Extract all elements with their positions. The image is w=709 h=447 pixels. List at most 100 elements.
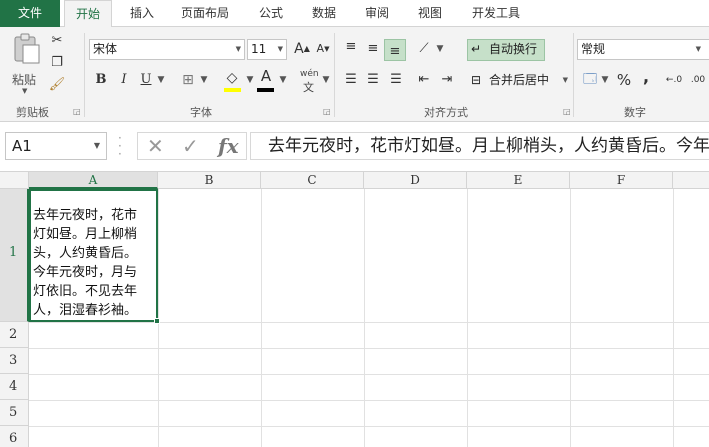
group-separator [84,33,85,117]
fill-handle[interactable] [154,318,160,324]
decrease-font-size-icon[interactable]: A▼ [313,39,333,59]
borders-dropdown-icon[interactable]: ▼ [199,70,209,90]
font-color-dropdown-icon[interactable]: ▼ [278,70,288,90]
alignment-group-label: 对齐方式 [424,106,468,119]
tab-file[interactable]: 文件 [0,0,60,27]
row-header-2[interactable]: 2 [0,322,29,348]
align-right-icon[interactable]: ☰ [386,70,406,90]
bottom-align-icon: ≡ [389,44,401,59]
chevron-down-icon[interactable]: ▼ [94,133,100,159]
group-separator [573,33,574,117]
font-launcher-icon[interactable]: ◲ [323,107,331,116]
phonetic-dropdown-icon[interactable]: ▼ [321,70,331,90]
orientation-dropdown-icon[interactable]: ▼ [435,39,445,59]
cell-a1-line: 人，泪湿春衫袖。 [33,303,138,318]
formula-bar: A1 ▼ · · · ✕ ✓ fx 去年元夜时，花市灯如昼。月上柳梢头，人约黄昏后。… [0,122,709,172]
alignment-launcher-icon[interactable]: ◲ [563,107,571,116]
clipboard-icon [14,33,40,64]
font-name-select[interactable]: 宋体 ▼ [89,39,245,60]
column-header-g[interactable] [673,172,709,189]
cell-a1-line: 头，人约黄昏后。 [33,246,138,261]
row-header-6[interactable]: 6 [0,426,29,447]
tab-view[interactable]: 视图 [415,0,445,27]
italic-button[interactable]: I [114,70,134,90]
phonetic-char-icon: 文 [303,81,314,94]
increase-font-size-icon[interactable]: A▲ [292,39,312,59]
align-center-icon[interactable]: ☰ [363,70,383,90]
row-header-5[interactable]: 5 [0,400,29,426]
column-header-a[interactable]: A [29,172,158,189]
tab-page-layout[interactable]: 页面布局 [176,0,234,27]
ribbon: 粘贴 ▼ ✂ ❐ 🖌 剪贴板 ◲ 宋体 ▼ 11 ▼ A▲ A▼ B I U ▼… [0,27,709,122]
cancel-icon[interactable]: ✕ [147,133,164,159]
increase-decimal-icon[interactable]: ←.0 [664,70,684,90]
cell-a1[interactable]: 去年元夜时，花市 灯如昼。月上柳梢 头，人约黄昏后。 今年元夜时，月与 灯依旧。… [29,189,158,322]
enter-icon[interactable]: ✓ [182,133,199,159]
tab-formulas[interactable]: 公式 [256,0,286,27]
paste-button[interactable]: 粘贴 ▼ [8,33,44,95]
align-left-icon[interactable]: ☰ [341,70,361,90]
cell-a1-line: 去年元夜时，花市 [33,208,138,223]
percent-button[interactable]: % [614,70,634,90]
phonetic-guide-button[interactable]: wén 文 [298,69,322,94]
name-box-value: A1 [12,137,32,155]
copy-icon[interactable]: ❐ [47,53,67,73]
paste-dropdown-icon[interactable]: ▼ [22,87,27,95]
tab-home[interactable]: 开始 [64,0,112,28]
borders-icon[interactable]: ⊞ [178,70,198,90]
cut-icon[interactable]: ✂ [47,31,67,51]
bottom-align-button[interactable]: ≡ [384,39,406,61]
clipboard-launcher-icon[interactable]: ◲ [73,107,81,116]
font-color-bar [257,88,274,92]
tab-developer[interactable]: 开发工具 [468,0,524,27]
increase-indent-icon[interactable]: ⇥ [437,70,457,90]
formula-buttons: ✕ ✓ fx [137,132,247,160]
row-header-1[interactable]: 1 [0,189,29,322]
comma-style-button[interactable]: , [636,67,656,87]
grid-line [29,322,709,323]
tab-review[interactable]: 审阅 [362,0,392,27]
font-color-button[interactable]: A [256,66,276,86]
bold-button[interactable]: B [91,70,111,90]
accounting-dropdown-icon[interactable]: ▼ [600,70,610,90]
underline-button[interactable]: U [136,70,156,90]
format-painter-icon[interactable]: 🖌 [47,75,67,95]
column-header-c[interactable]: C [261,172,364,189]
number-format-select[interactable]: 常规 ▼ [577,39,709,60]
grid-line [29,348,709,349]
row-header-3[interactable]: 3 [0,348,29,374]
column-header-f[interactable]: F [570,172,673,189]
orientation-icon[interactable]: ⟋ [414,39,434,59]
merge-dropdown-icon[interactable]: ▼ [563,70,568,90]
ribbon-tab-bar: 文件 开始 插入 页面布局 公式 数据 审阅 视图 开发工具 [0,0,709,28]
column-header-e[interactable]: E [467,172,570,189]
decrease-indent-icon[interactable]: ⇤ [414,70,434,90]
tab-data[interactable]: 数据 [309,0,339,27]
merge-center-button[interactable]: ⊟ 合并后居中 ▼ [467,70,572,92]
cell-a1-line: 灯依旧。不见去年 [33,284,138,299]
column-header-d[interactable]: D [364,172,467,189]
column-header-b[interactable]: B [158,172,261,189]
wrap-text-label: 自动换行 [489,42,538,56]
wrap-text-button[interactable]: ↵ 自动换行 [467,39,545,61]
name-box[interactable]: A1 ▼ [5,132,107,160]
insert-function-icon[interactable]: fx [218,133,239,159]
fill-color-icon[interactable]: ◇ [222,68,242,88]
row-header-4[interactable]: 4 [0,374,29,400]
formula-input[interactable]: 去年元夜时，花市灯如昼。月上柳梢头，人约黄昏后。今年元夜时，月与灯依旧。不见去年… [250,132,709,160]
grid-line [570,189,571,447]
underline-dropdown-icon[interactable]: ▼ [156,70,166,90]
accounting-format-icon[interactable]: 🗔 [580,70,600,90]
more-options-icon[interactable]: · · · [118,132,122,160]
number-format-value: 常规 [581,42,606,56]
decrease-decimal-icon[interactable]: .00 [688,70,708,90]
font-size-select[interactable]: 11 ▼ [247,39,287,60]
fill-color-bar [224,88,241,92]
cell-a1-text: 去年元夜时，花市 灯如昼。月上柳梢 头，人约黄昏后。 今年元夜时，月与 灯依旧。… [33,206,157,320]
top-align-icon[interactable]: ≡ [341,37,361,57]
clipboard-group-label: 剪贴板 [16,106,49,119]
grid-line [261,189,262,447]
fill-color-dropdown-icon[interactable]: ▼ [245,70,255,90]
middle-align-icon[interactable]: ≡ [363,39,383,59]
tab-insert[interactable]: 插入 [128,0,156,27]
